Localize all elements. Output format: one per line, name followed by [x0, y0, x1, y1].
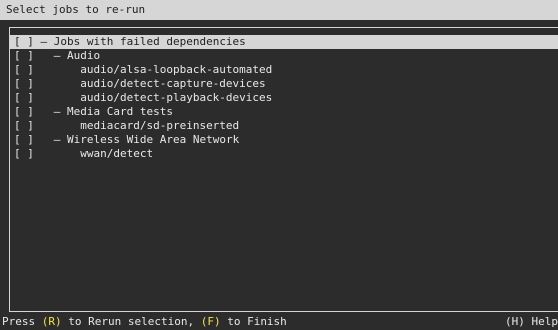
job-indent	[34, 77, 80, 90]
job-label: audio/detect-playback-devices	[80, 91, 273, 104]
job-indent: –	[33, 35, 54, 48]
job-checkbox[interactable]: [ ]	[14, 147, 34, 160]
job-row-wwan[interactable]: [ ] – Wireless Wide Area Network	[10, 133, 558, 147]
job-label: Jobs with failed dependencies	[53, 35, 246, 48]
job-row-audio[interactable]: [ ] – Audio	[10, 49, 558, 63]
job-row-wwan-detect[interactable]: [ ] wwan/detect	[10, 147, 558, 161]
rerun-key-hint[interactable]: (R)	[42, 315, 62, 328]
job-label: mediacard/sd-preinserted	[80, 119, 240, 132]
job-row-detect-playback[interactable]: [ ] audio/detect-playback-devices	[10, 91, 558, 105]
job-indent: –	[33, 133, 67, 146]
job-checkbox[interactable]: [ ]	[14, 133, 34, 146]
status-finish-text: to Finish	[220, 315, 287, 328]
window-title: Select jobs to re-run	[0, 0, 558, 20]
job-indent	[34, 91, 80, 104]
job-checkbox[interactable]: [ ]	[14, 77, 34, 90]
terminal-screen: Select jobs to re-run [ ] – Jobs with fa…	[0, 0, 558, 330]
job-row-media-card[interactable]: [ ] – Media Card tests	[10, 105, 558, 119]
job-indent	[34, 119, 80, 132]
job-row-failed-dependencies[interactable]: [ ] – Jobs with failed dependencies	[10, 35, 558, 49]
job-checkbox[interactable]: [ ]	[14, 49, 34, 62]
job-checkbox[interactable]: [ ]	[14, 63, 34, 76]
finish-key-hint[interactable]: (F)	[201, 315, 221, 328]
job-row-sd-preinserted[interactable]: [ ] mediacard/sd-preinserted	[10, 119, 558, 133]
job-list: [ ] – Jobs with failed dependencies [ ] …	[10, 35, 558, 161]
help-hint[interactable]: (H) Help	[505, 313, 558, 330]
job-label: Wireless Wide Area Network	[67, 133, 240, 146]
job-label: audio/detect-capture-devices	[80, 77, 266, 90]
status-press-text: Press	[2, 315, 42, 328]
job-row-detect-capture[interactable]: [ ] audio/detect-capture-devices	[10, 77, 558, 91]
job-indent	[34, 147, 80, 160]
job-label: audio/alsa-loopback-automated	[80, 63, 273, 76]
job-label: Media Card tests	[67, 105, 173, 118]
job-selection-panel: [ ] – Jobs with failed dependencies [ ] …	[9, 27, 558, 312]
job-label: Audio	[67, 49, 101, 62]
job-checkbox[interactable]: [ ]	[14, 119, 34, 132]
job-checkbox[interactable]: [ ]	[14, 35, 34, 48]
job-row-alsa-loopback[interactable]: [ ] audio/alsa-loopback-automated	[10, 63, 558, 77]
status-bar: Press (R) to Rerun selection, (F) to Fin…	[0, 313, 558, 330]
job-checkbox[interactable]: [ ]	[14, 105, 34, 118]
job-indent: –	[33, 105, 67, 118]
job-label: wwan/detect	[80, 147, 154, 160]
status-rerun-text: to Rerun selection,	[61, 315, 201, 328]
job-indent	[34, 63, 80, 76]
job-indent: –	[33, 49, 67, 62]
job-checkbox[interactable]: [ ]	[14, 91, 34, 104]
